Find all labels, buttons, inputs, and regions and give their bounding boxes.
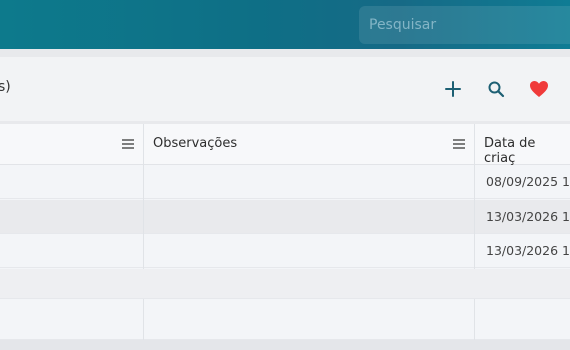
search-button[interactable] — [482, 75, 510, 103]
heart-icon — [530, 81, 548, 97]
record-count: s) — [0, 79, 11, 95]
search-box[interactable] — [359, 6, 570, 44]
cell-data-criacao: 13/03/2026 16 — [486, 209, 570, 224]
favorite-button[interactable] — [525, 75, 553, 103]
top-app-bar — [0, 0, 570, 49]
column-menu-icon[interactable] — [121, 138, 135, 150]
table-row[interactable] — [0, 299, 570, 340]
column-header-observacoes[interactable]: Observações — [153, 136, 237, 151]
column-divider — [474, 299, 475, 340]
data-grid: Observações Data de criaç 08/09/2025 1 1… — [0, 124, 570, 342]
column-divider — [143, 299, 144, 340]
column-header-data-criacao[interactable]: Data de criaç — [484, 136, 570, 166]
search-input[interactable] — [369, 6, 569, 44]
plus-icon — [445, 81, 461, 97]
search-icon — [488, 81, 505, 98]
grid-header: Observações Data de criaç — [0, 124, 570, 166]
horizontal-scrollbar[interactable] — [0, 340, 570, 350]
column-menu-icon[interactable] — [452, 138, 466, 150]
table-row[interactable]: 08/09/2025 1 — [0, 165, 570, 199]
column-divider — [474, 124, 475, 269]
column-divider — [143, 124, 144, 269]
add-button[interactable] — [439, 75, 467, 103]
table-row[interactable] — [0, 269, 570, 299]
table-row[interactable]: 13/03/2026 16 — [0, 200, 570, 234]
cell-data-criacao: 13/03/2026 16 — [486, 243, 570, 258]
cell-data-criacao: 08/09/2025 1 — [486, 174, 570, 189]
list-toolbar: s) — [0, 57, 570, 121]
table-row[interactable]: 13/03/2026 16 — [0, 234, 570, 268]
